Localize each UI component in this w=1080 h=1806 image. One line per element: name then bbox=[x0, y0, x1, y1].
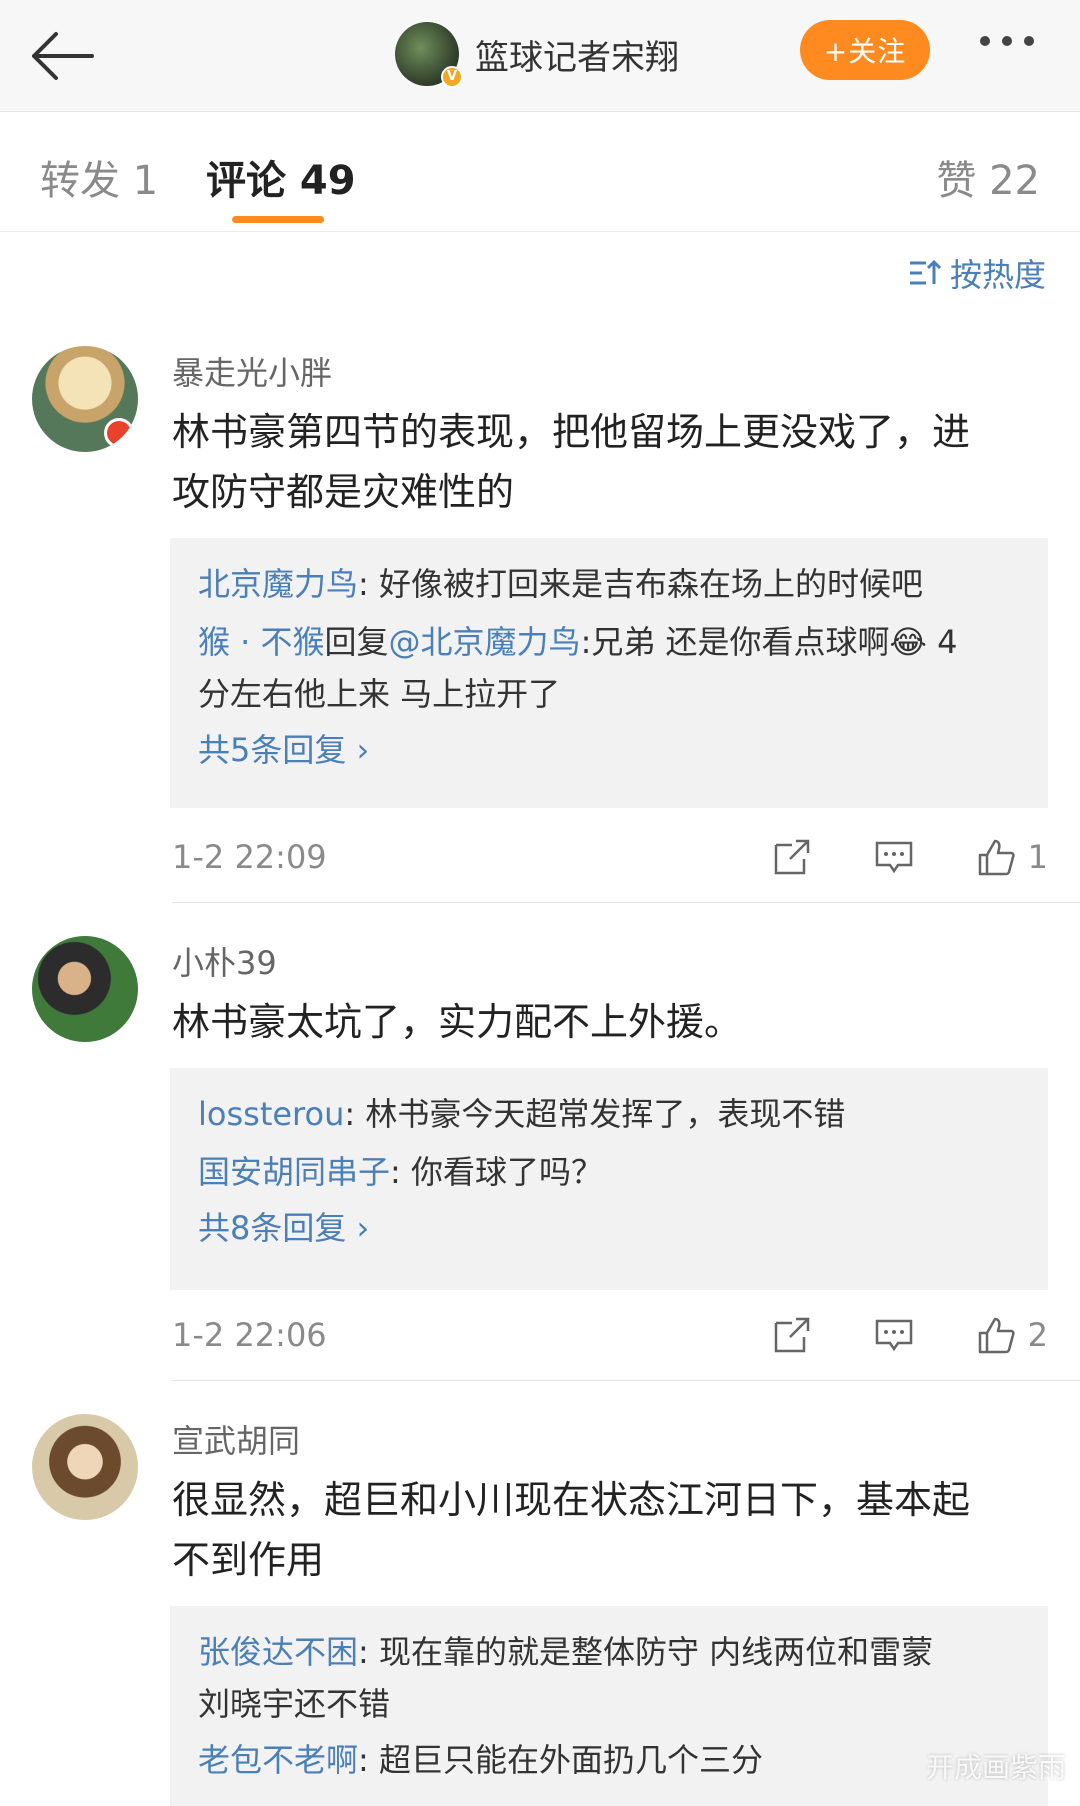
reply-preview-box[interactable]: lossterou: 林书豪今天超常发挥了，表现不错 国安胡同串子: 你看球了吗… bbox=[170, 1068, 1048, 1290]
commenter-name[interactable]: 宣武胡同 bbox=[172, 1416, 300, 1462]
comment-time: 1-2 22:06 bbox=[172, 1316, 327, 1354]
view-all-replies-link[interactable]: 共8条回复 › bbox=[198, 1198, 1020, 1258]
more-options-icon[interactable] bbox=[980, 36, 1034, 46]
like-count: 2 bbox=[1027, 1316, 1048, 1354]
reply-item: 张俊达不困: 现在靠的就是整体防守 内线两位和雷蒙 刘晓宇还不错 bbox=[198, 1633, 934, 1723]
comment-text: 林书豪太坑了，实力配不上外援。 bbox=[172, 1000, 743, 1044]
comment-meta: 1-2 22:09 1 bbox=[172, 832, 1048, 882]
account-header[interactable]: V 篮球记者宋翔 bbox=[395, 18, 679, 90]
comment-icon[interactable] bbox=[874, 1315, 914, 1355]
tab-comment[interactable]: 评论 49 bbox=[206, 148, 356, 206]
comment-icon[interactable] bbox=[874, 837, 914, 877]
view-all-replies-link[interactable]: 共5条回复 › bbox=[198, 720, 1020, 780]
reply-author[interactable]: 国安胡同串子 bbox=[198, 1153, 390, 1191]
share-icon[interactable] bbox=[772, 837, 812, 877]
chevron-right-icon: › bbox=[346, 731, 370, 769]
sort-by-hot-button[interactable]: 按热度 bbox=[908, 250, 1046, 296]
comment-time: 1-2 22:09 bbox=[172, 838, 327, 876]
tab-forward[interactable]: 转发 1 bbox=[40, 148, 158, 206]
reply-author[interactable]: lossterou bbox=[198, 1095, 344, 1133]
reply-item: lossterou: 林书豪今天超常发挥了，表现不错 bbox=[198, 1095, 846, 1133]
reply-preview-box[interactable]: 北京魔力鸟: 好像被打回来是吉布森在场上的时候吧 猴 · 不猴回复@北京魔力鸟:… bbox=[170, 538, 1048, 808]
reply-author[interactable]: 张俊达不困 bbox=[198, 1633, 358, 1671]
divider bbox=[172, 902, 1080, 903]
reply-author[interactable]: 猴 · 不猴 bbox=[198, 623, 325, 661]
like-thumb-icon[interactable] bbox=[976, 1315, 1016, 1355]
comment-meta: 1-2 22:06 2 bbox=[172, 1310, 1048, 1360]
tab-bar: 转发 1 评论 49 赞 22 bbox=[0, 112, 1080, 232]
watermark: 开成画紫雨 bbox=[925, 1751, 1066, 1784]
reply-author[interactable]: 北京魔力鸟 bbox=[198, 565, 358, 603]
tab-like[interactable]: 赞 22 bbox=[936, 148, 1040, 206]
member-badge-icon bbox=[104, 418, 134, 448]
commenter-name[interactable]: 暴走光小胖 bbox=[172, 348, 332, 394]
account-avatar[interactable]: V bbox=[395, 22, 463, 88]
reply-item: 国安胡同串子: 你看球了吗？ bbox=[198, 1153, 603, 1191]
divider bbox=[172, 1380, 1080, 1381]
share-icon[interactable] bbox=[772, 1315, 812, 1355]
active-tab-indicator bbox=[232, 216, 324, 223]
commenter-avatar[interactable] bbox=[32, 936, 138, 1042]
like-thumb-icon[interactable] bbox=[976, 837, 1016, 877]
reply-preview-box[interactable]: 张俊达不困: 现在靠的就是整体防守 内线两位和雷蒙 刘晓宇还不错 老包不老啊: … bbox=[170, 1606, 1048, 1806]
comment-text: 很显然，超巨和小川现在状态江河日下，基本起 不到作用 bbox=[172, 1478, 971, 1582]
reply-item: 猴 · 不猴回复@北京魔力鸟:兄弟 还是你看点球啊😂 4 分左右他上来 马上拉开… bbox=[198, 623, 958, 713]
like-count: 1 bbox=[1027, 838, 1048, 876]
commenter-name[interactable]: 小朴39 bbox=[172, 938, 277, 984]
chevron-right-icon: › bbox=[346, 1209, 370, 1247]
account-name[interactable]: 篮球记者宋翔 bbox=[475, 30, 679, 79]
verified-badge-icon: V bbox=[441, 66, 463, 88]
reply-author[interactable]: 老包不老啊 bbox=[198, 1741, 358, 1779]
top-bar: V 篮球记者宋翔 +关注 bbox=[0, 0, 1080, 112]
commenter-avatar[interactable] bbox=[32, 346, 138, 452]
sort-label: 按热度 bbox=[949, 256, 1046, 294]
reply-item: 北京魔力鸟: 好像被打回来是吉布森在场上的时候吧 bbox=[198, 565, 923, 603]
commenter-avatar[interactable] bbox=[32, 1414, 138, 1520]
follow-button[interactable]: +关注 bbox=[800, 20, 930, 80]
back-arrow-icon[interactable] bbox=[26, 28, 98, 84]
reply-item: 老包不老啊: 超巨只能在外面扔几个三分 bbox=[198, 1741, 763, 1779]
mention-link[interactable]: @北京魔力鸟 bbox=[389, 623, 581, 661]
comment-text: 林书豪第四节的表现，把他留场上更没戏了，进 攻防守都是灾难性的 bbox=[172, 410, 971, 514]
sort-icon bbox=[909, 259, 942, 285]
